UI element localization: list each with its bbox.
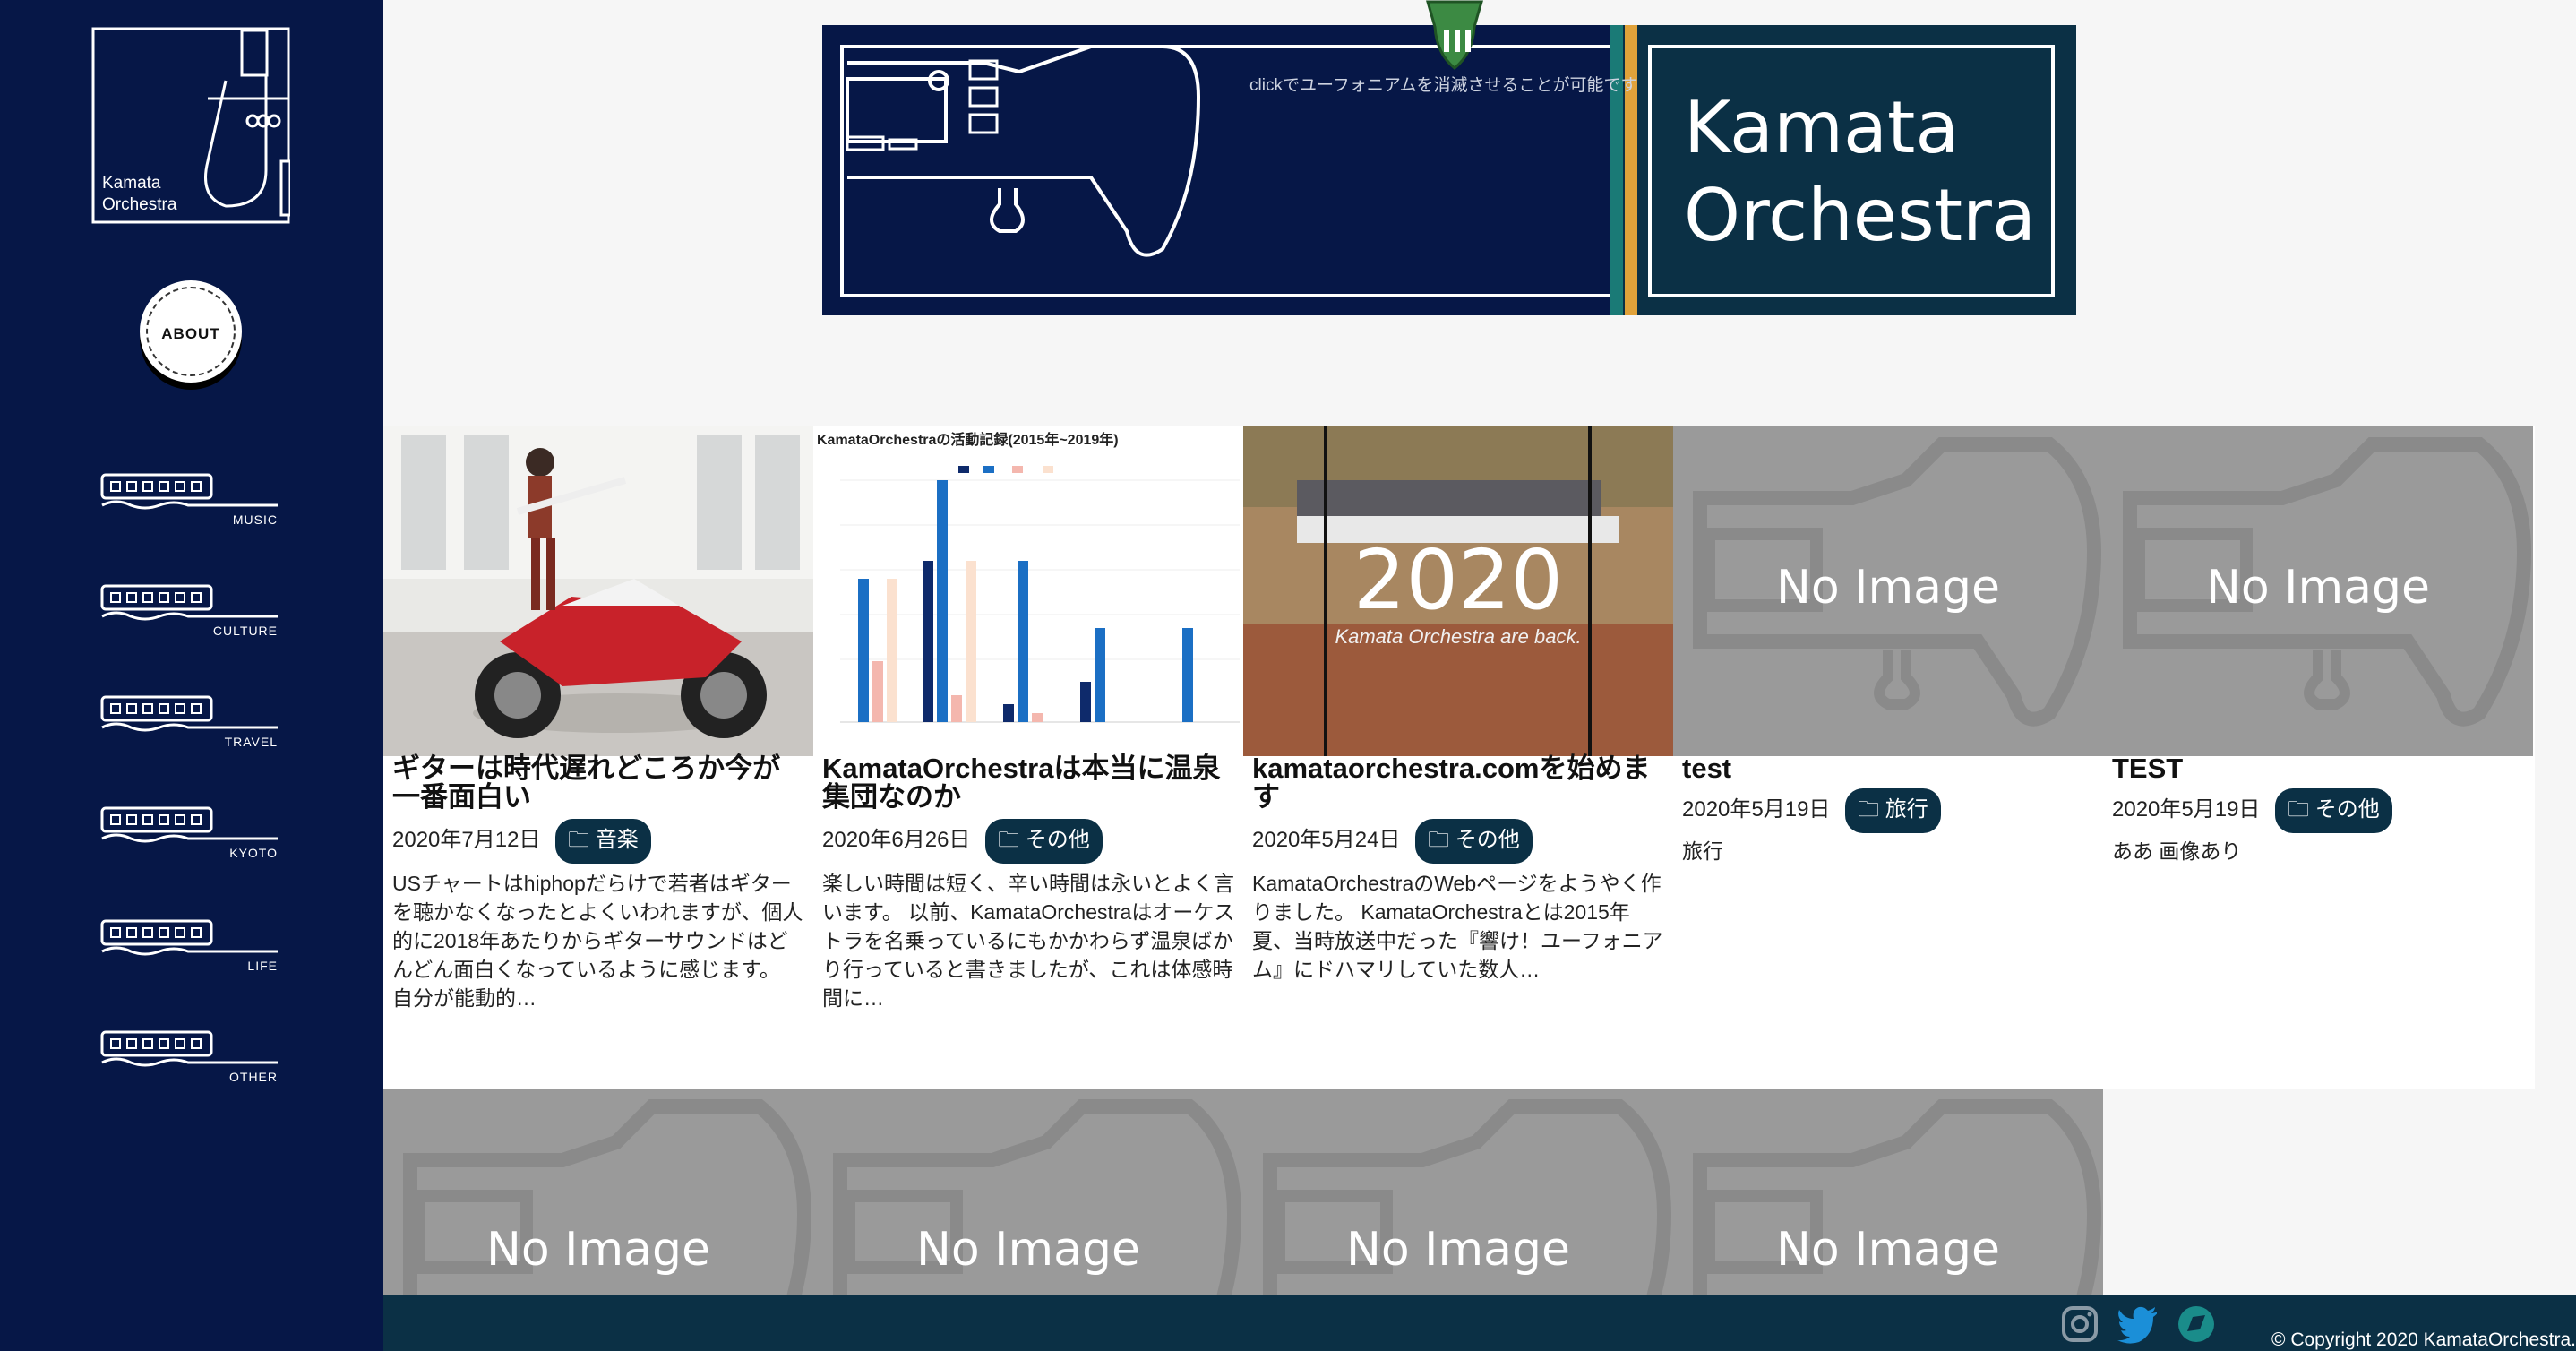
post-card[interactable]: 2020 Kamata Orchestra are back. kamataor… — [1243, 426, 1673, 1089]
post-card[interactable]: No Image — [383, 1089, 813, 1295]
twitter-icon[interactable] — [2117, 1304, 2157, 1344]
post-date: 2020年6月26日 — [822, 828, 971, 852]
post-meta: 2020年6月26日 🗀 その他 — [822, 819, 1103, 864]
euphonium-toggle-icon[interactable] — [1419, 0, 1490, 72]
nav-label: KYOTO — [229, 846, 278, 860]
post-date: 2020年5月24日 — [1252, 828, 1401, 852]
no-image-label: No Image — [1775, 1223, 2001, 1277]
post-card[interactable]: ギターは時代遅れどころか今が一番面白い 2020年7月12日 🗀 音楽 USチャ… — [383, 426, 813, 1089]
bar-chart-thumbnail-icon: KamataOrchestraの活動記録(2015年~2019年) — [813, 426, 1243, 756]
post-thumbnail[interactable] — [383, 426, 813, 756]
no-image-label: No Image — [2205, 561, 2431, 615]
svg-text:KamataOrchestraの活動記録(2015年~201: KamataOrchestraの活動記録(2015年~2019年) — [817, 431, 1119, 448]
banner-title: Kamata Orchestra — [1684, 86, 2036, 257]
about-label: ABOUT — [161, 325, 220, 342]
folder-icon: 🗀 — [2288, 797, 2310, 822]
category-badge[interactable]: 🗀 旅行 — [1845, 788, 1941, 833]
folder-icon: 🗀 — [1428, 828, 1450, 852]
no-image-label: No Image — [915, 1223, 1141, 1277]
post-meta: 2020年5月19日 🗀 旅行 — [1682, 788, 1941, 833]
nav-label: TRAVEL — [224, 735, 278, 749]
train-icon — [100, 473, 278, 510]
nav-item-travel[interactable]: TRAVEL — [99, 688, 278, 751]
instagram-icon[interactable] — [2060, 1304, 2099, 1344]
post-thumbnail[interactable]: No Image — [2103, 426, 2533, 756]
train-icon — [100, 584, 278, 621]
post-excerpt: 旅行 — [1682, 839, 1723, 863]
train-icon — [100, 919, 278, 956]
post-date: 2020年5月19日 — [1682, 797, 1831, 822]
footer: © Copyright 2020 KamataOrchestra. — [383, 1295, 2576, 1351]
nav-label: LIFE — [247, 959, 278, 973]
nav-label: OTHER — [229, 1070, 278, 1084]
post-title[interactable]: ギターは時代遅れどころか今が一番面白い — [392, 754, 804, 812]
no-image-label: No Image — [1345, 1223, 1571, 1277]
guitar-photo-icon — [383, 426, 813, 756]
post-thumbnail[interactable]: 2020 Kamata Orchestra are back. — [1243, 426, 1673, 756]
sidebar: Kamata Orchestra ABOUT MUSIC CULTURE TRA… — [0, 0, 383, 1351]
feed-icon[interactable] — [2177, 1304, 2216, 1344]
nav-label: CULTURE — [212, 624, 278, 638]
post-meta: 2020年5月24日 🗀 その他 — [1252, 819, 1533, 864]
post-card[interactable]: No Image — [1243, 1089, 1673, 1295]
post-title[interactable]: TEST — [2112, 754, 2524, 783]
post-card[interactable]: No Image test 2020年5月19日 🗀 旅行 旅行 — [1673, 426, 2103, 1089]
post-excerpt: KamataOrchestraのWebページをようやく作りました。 Kamata… — [1252, 872, 1663, 981]
category-badge[interactable]: 🗀 その他 — [2275, 788, 2392, 833]
post-excerpt: USチャートはhiphopだらけで若者はギターを聴かなくなったとよくいわれますが… — [392, 872, 803, 1010]
nav-item-kyoto[interactable]: KYOTO — [99, 799, 278, 862]
post-card[interactable]: No Image TEST 2020年5月19日 🗀 その他 ああ 画像あり — [2103, 426, 2535, 1089]
post-title[interactable]: kamataorchestra.comを始めます — [1252, 754, 1664, 812]
post-date: 2020年5月19日 — [2112, 797, 2261, 822]
site-logo[interactable]: Kamata Orchestra — [91, 27, 292, 224]
copyright: © Copyright 2020 KamataOrchestra. — [2271, 1329, 2576, 1350]
banner-hint: clickでユーフォニアムを消滅させることが可能です — [1249, 76, 1638, 95]
folder-icon: 🗀 — [1858, 797, 1880, 822]
no-image-label: No Image — [485, 1223, 711, 1277]
nav-label: MUSIC — [232, 512, 278, 527]
post-excerpt: 楽しい時間は短く、辛い時間は永いとよく言います。 以前、KamataOrches… — [822, 872, 1235, 1010]
train-icon — [100, 1030, 278, 1067]
euphonium-logo-icon: Kamata Orchestra — [91, 27, 292, 224]
category-badge[interactable]: 🗀 その他 — [1415, 819, 1533, 864]
train-icon — [100, 806, 278, 843]
category-badge[interactable]: 🗀 音楽 — [555, 819, 651, 864]
post-card[interactable]: No Image — [1673, 1089, 2103, 1295]
svg-text:Orchestra: Orchestra — [102, 195, 177, 214]
post-excerpt: ああ 画像あり — [2112, 839, 2242, 863]
svg-text:Kamata: Kamata — [102, 174, 161, 193]
post-card[interactable]: KamataOrchestraの活動記録(2015年~2019年) Kamata… — [813, 426, 1243, 1089]
nav-item-life[interactable]: LIFE — [99, 912, 278, 975]
post-card[interactable]: No Image — [813, 1089, 1243, 1295]
post-meta: 2020年7月12日 🗀 音楽 — [392, 819, 651, 864]
nav-item-culture[interactable]: CULTURE — [99, 577, 278, 640]
nav-item-music[interactable]: MUSIC — [99, 466, 278, 529]
about-button[interactable]: ABOUT — [140, 280, 242, 383]
no-image-label: No Image — [1775, 561, 2001, 615]
thumbnail-subheading: Kamata Orchestra are back. — [1335, 625, 1582, 648]
post-date: 2020年7月12日 — [392, 828, 541, 852]
post-thumbnail[interactable]: No Image — [1673, 426, 2103, 756]
folder-icon: 🗀 — [998, 828, 1020, 852]
post-meta: 2020年5月19日 🗀 その他 — [2112, 788, 2392, 833]
train-icon — [100, 695, 278, 732]
post-title[interactable]: KamataOrchestraは本当に温泉集団なのか — [822, 754, 1234, 812]
folder-icon: 🗀 — [568, 828, 590, 852]
nav-item-other[interactable]: OTHER — [99, 1023, 278, 1086]
thumbnail-heading: 2020 — [1352, 532, 1564, 628]
post-title[interactable]: test — [1682, 754, 2094, 783]
category-badge[interactable]: 🗀 その他 — [985, 819, 1103, 864]
post-thumbnail[interactable]: KamataOrchestraの活動記録(2015年~2019年) — [813, 426, 1243, 756]
